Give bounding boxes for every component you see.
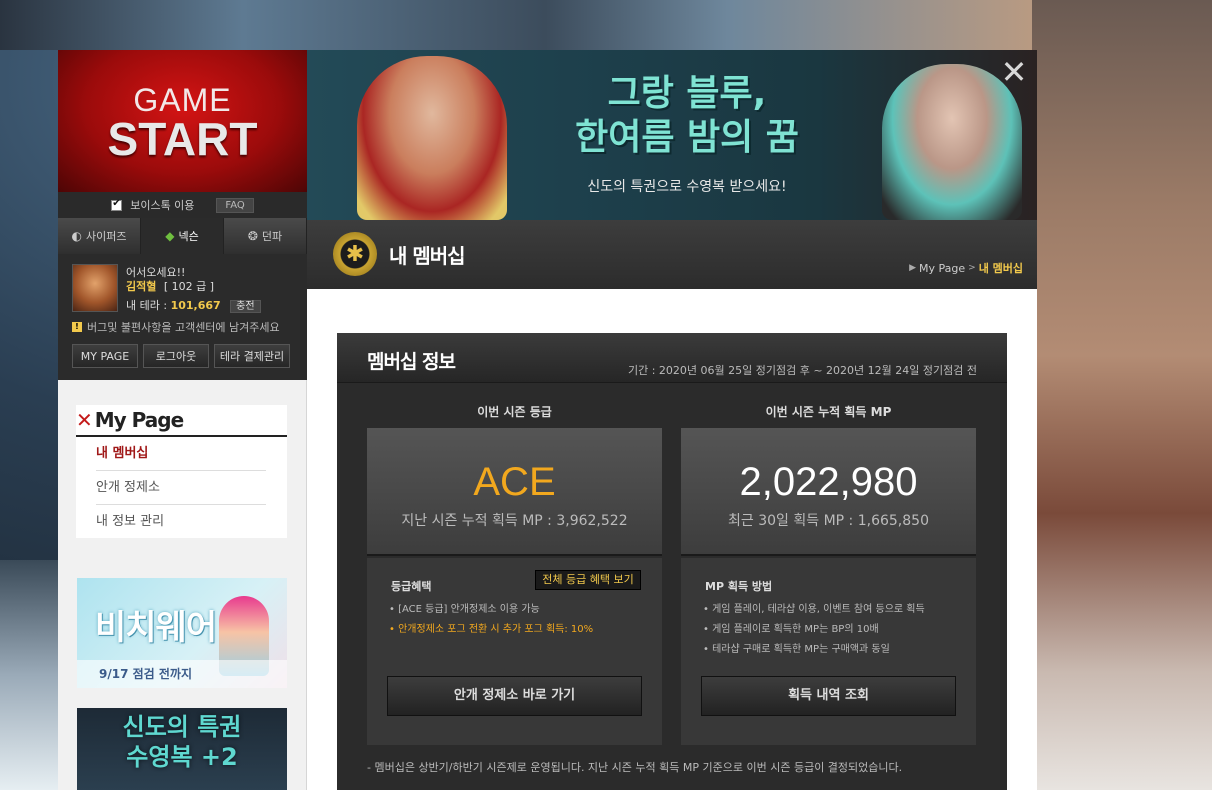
- mp-methods-box: MP 획득 방법 • 게임 플레이, 테라샵 이용, 이벤트 참여 등으로 획득…: [681, 558, 976, 745]
- faq-button[interactable]: FAQ: [216, 197, 254, 213]
- voice-talk-label: 보이스톡 이용: [130, 199, 195, 212]
- background-top: [0, 0, 1212, 50]
- mypage-title: ✕ My Page: [76, 405, 287, 437]
- dnf-icon: ❂: [247, 229, 258, 243]
- tera-label: 내 테라 :: [126, 299, 168, 312]
- tab-cyphers[interactable]: ◐ 사이퍼즈: [58, 218, 141, 254]
- charge-button[interactable]: 충전: [230, 300, 261, 313]
- event-banner-title: 그랑 블루, 한여름 밤의 꿈: [575, 73, 799, 158]
- tera-payment-button[interactable]: 테라 결제관리: [214, 344, 290, 368]
- voice-talk-bar: 보이스톡 이용 FAQ: [58, 192, 307, 218]
- benefit-line: • [ACE 등급] 안개정제소 이용 가능: [389, 604, 540, 615]
- avatar: [72, 264, 118, 312]
- notice-text: 버그및 불편사항을 고객센터에 남겨주세요: [87, 321, 280, 334]
- menu-item-fog-refinery[interactable]: 안개 정제소: [96, 471, 266, 505]
- main-container: GAME START 보이스톡 이용 FAQ ◐ 사이퍼즈 ◆ 넥슨 ❂ 던파: [58, 50, 1037, 790]
- mypage-title-text: My Page: [94, 408, 184, 432]
- tera-line: 내 테라 : 101,667 충전: [126, 297, 261, 313]
- left-sidebar: GAME START 보이스톡 이용 FAQ ◐ 사이퍼즈 ◆ 넥슨 ❂ 던파: [58, 50, 307, 790]
- mp-method-line: • 게임 플레이, 테라샵 이용, 이벤트 참여 등으로 획득: [703, 604, 925, 615]
- membership-emblem-icon: ✱: [333, 232, 377, 276]
- user-info-box: 어서오세요!! 김적혈 [ 102 급 ] 내 테라 : 101,667 충전 …: [58, 254, 307, 380]
- grade-benefits-box: 등급혜택 전체 등급 혜택 보기 • [ACE 등급] 안개정제소 이용 가능 …: [367, 558, 662, 745]
- season-mp-box: 2,022,980 최근 30일 획득 MP : 1,665,850: [681, 428, 976, 556]
- bug-report-notice[interactable]: ! 버그및 불편사항을 고객센터에 남겨주세요: [72, 319, 280, 335]
- event-banner[interactable]: 그랑 블루, 한여름 밤의 꿈 신도의 특권으로 수영복 받으세요! ✕: [307, 50, 1037, 220]
- menu-item-my-membership[interactable]: 내 멤버십: [96, 437, 266, 471]
- background-left: [0, 560, 58, 790]
- breadcrumb-separator-icon: >: [968, 263, 976, 273]
- background-character: [1032, 0, 1212, 790]
- breadcrumb: ▶ My Page > 내 멤버십: [909, 260, 1023, 276]
- view-history-button[interactable]: 획득 내역 조회: [701, 676, 956, 716]
- tab-nexon-label: 넥슨: [178, 230, 199, 243]
- membership-footnote: - 멤버십은 상반기/하반기 시즌제로 운영됩니다. 지난 시즌 누적 획득 M…: [367, 761, 903, 774]
- tab-dnf-label: 던파: [261, 230, 283, 243]
- event-banner-subtitle: 신도의 특권으로 수영복 받으세요!: [587, 179, 787, 195]
- tera-value: 101,667: [170, 299, 221, 312]
- membership-title: 멤버십 정보: [367, 351, 456, 373]
- voice-talk-checkbox[interactable]: [111, 198, 123, 211]
- membership-period: 기간 : 2020년 06월 25일 정기점검 후 ~ 2020년 12월 24…: [627, 364, 977, 377]
- go-fog-refinery-button[interactable]: 안개 정제소 바로 가기: [387, 676, 642, 716]
- beachwear-banner[interactable]: 비치웨어 9/17 점검 전까지: [77, 578, 287, 688]
- username-line: 김적혈 [ 102 급 ]: [126, 278, 214, 294]
- membership-panel: 멤버십 정보 기간 : 2020년 06월 25일 정기점검 후 ~ 2020년…: [337, 333, 1007, 790]
- mypage-menu: ✕ My Page 내 멤버십 안개 정제소 내 정보 관리: [76, 405, 287, 538]
- membership-header: 멤버십 정보 기간 : 2020년 06월 25일 정기점검 후 ~ 2020년…: [337, 333, 1007, 383]
- season-grade-label: 이번 시즌 등급: [477, 405, 552, 419]
- benefit-line-highlight: • 안개정제소 포그 전환 시 추가 포그 획득: 10%: [389, 624, 594, 635]
- season-mp-value: 2,022,980: [739, 460, 918, 504]
- mypage-x-icon: ✕: [76, 408, 93, 432]
- mp-method-line: • 게임 플레이로 획득한 MP는 BP의 10배: [703, 624, 879, 635]
- nexon-icon: ◆: [165, 229, 175, 243]
- recent-30-days-mp: 최근 30일 획득 MP : 1,665,850: [728, 513, 929, 529]
- breadcrumb-current: 내 멤버십: [978, 262, 1023, 275]
- last-season-mp: 지난 시즌 누적 획득 MP : 3,962,522: [401, 513, 628, 529]
- view-all-benefits-button[interactable]: 전체 등급 혜택 보기: [535, 570, 641, 590]
- page-title: 내 멤버십: [389, 244, 466, 268]
- season-grade-value: ACE: [473, 460, 556, 504]
- beachwear-banner-subtitle: 9/17 점검 전까지: [77, 660, 287, 688]
- mp-methods-title: MP 획득 방법: [705, 580, 773, 593]
- mypage-button[interactable]: MY PAGE: [72, 344, 138, 368]
- warning-icon: !: [72, 322, 82, 332]
- season-grade-box: ACE 지난 시즌 누적 획득 MP : 3,962,522: [367, 428, 662, 556]
- swimsuit-banner-title: 신도의 특권 수영복 +2: [122, 713, 242, 771]
- breadcrumb-mypage[interactable]: My Page: [919, 262, 965, 275]
- beachwear-banner-title: 비치웨어: [95, 608, 217, 648]
- season-mp-label: 이번 시즌 누적 획득 MP: [765, 405, 892, 419]
- account-buttons: MY PAGE 로그아웃 테라 결제관리: [72, 344, 290, 368]
- user-level: [ 102 급 ]: [163, 280, 215, 293]
- game-start-line2: START: [107, 113, 258, 165]
- mp-method-line: • 테라샵 구매로 획득한 MP는 구매액과 동일: [703, 644, 890, 655]
- login-tabs: ◐ 사이퍼즈 ◆ 넥슨 ❂ 던파: [58, 218, 307, 254]
- tab-nexon[interactable]: ◆ 넥슨: [141, 218, 224, 254]
- breadcrumb-arrow-icon: ▶: [909, 263, 916, 273]
- close-icon[interactable]: ✕: [999, 56, 1029, 88]
- cyphers-icon: ◐: [71, 229, 82, 243]
- tab-dnf[interactable]: ❂ 던파: [224, 218, 307, 254]
- page-header: ✱ 내 멤버십 ▶ My Page > 내 멤버십: [307, 220, 1037, 289]
- username: 김적혈: [126, 280, 157, 293]
- game-start-button[interactable]: GAME START: [58, 50, 307, 192]
- banner-character-left: [357, 56, 507, 220]
- menu-item-my-info[interactable]: 내 정보 관리: [96, 505, 266, 539]
- swimsuit-banner[interactable]: 신도의 특권 수영복 +2: [77, 708, 287, 790]
- grade-benefits-title: 등급혜택: [391, 580, 432, 593]
- tab-cyphers-label: 사이퍼즈: [86, 230, 127, 243]
- logout-button[interactable]: 로그아웃: [143, 344, 209, 368]
